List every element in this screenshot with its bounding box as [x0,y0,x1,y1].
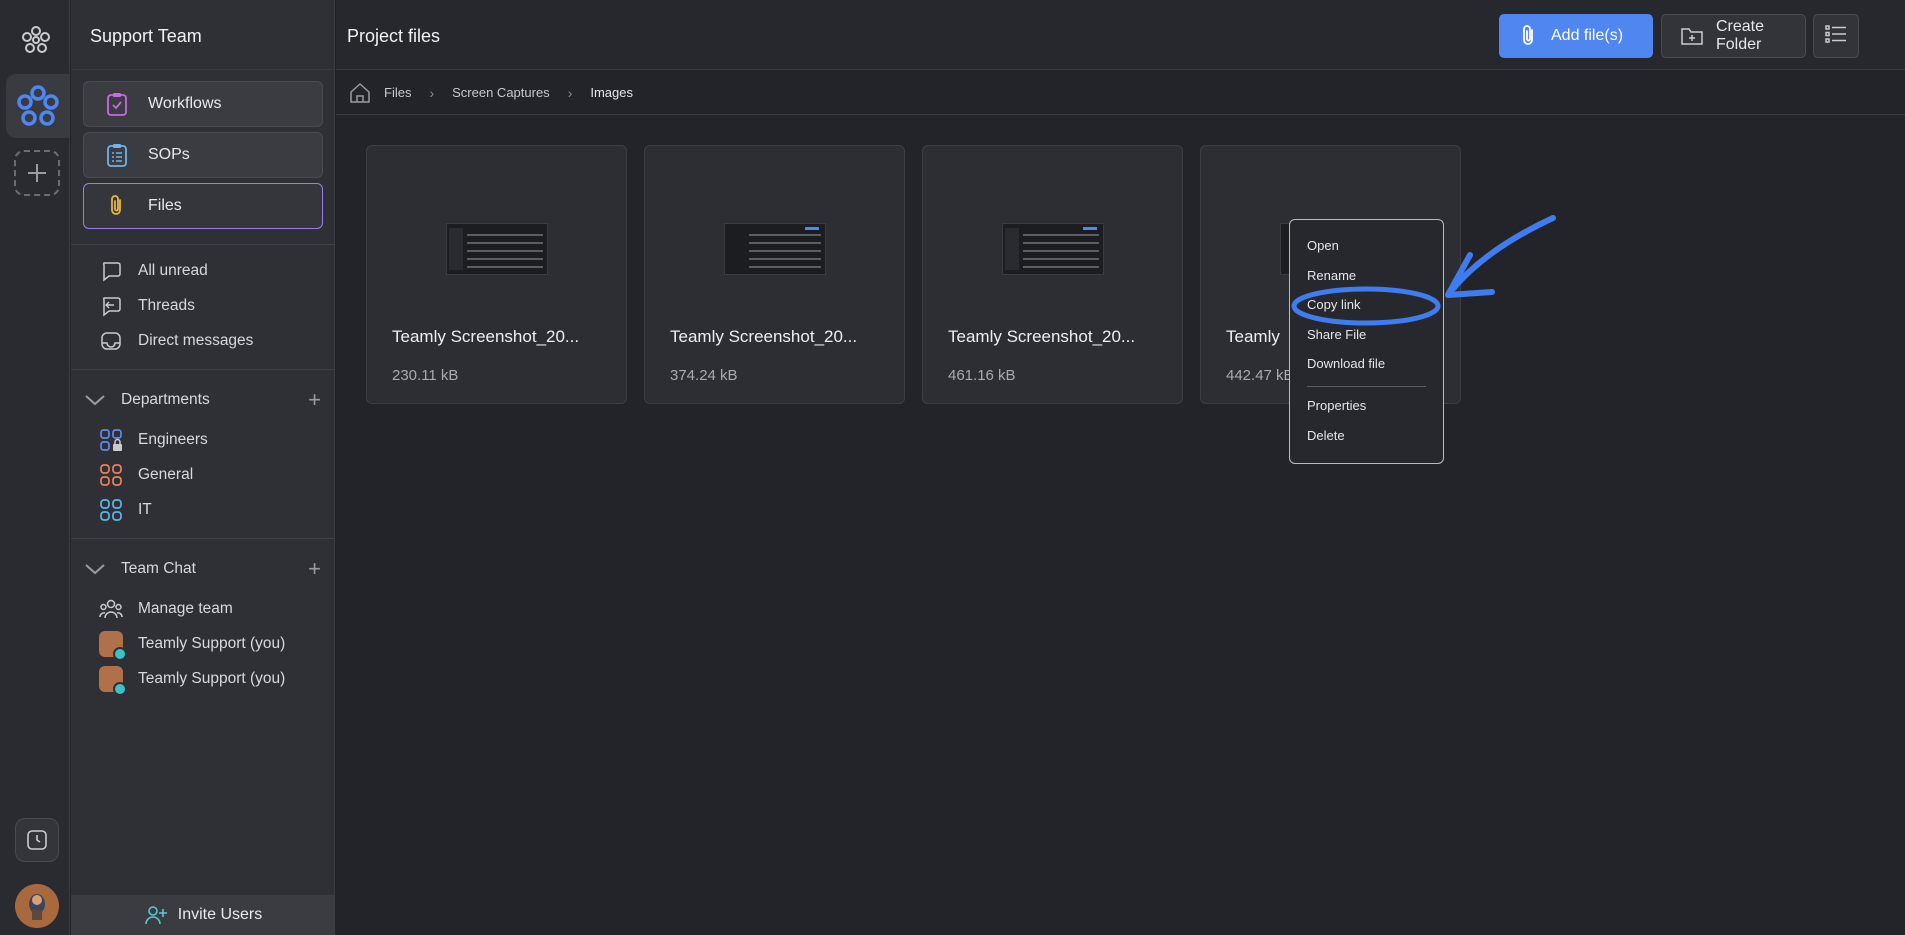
menu-divider [1307,386,1426,387]
list-view-icon [1824,24,1848,49]
sidebar-item-label: IT [138,501,152,518]
sidebar-item-label: General [138,466,194,483]
sidebar-item-label: Teamly Support (you) [138,635,286,652]
file-card[interactable]: Teamly Screenshot_20... 374.24 kB [644,145,905,404]
threads-icon [99,294,123,318]
list-clipboard-icon [102,140,132,170]
divider [71,538,335,539]
menu-item-delete[interactable]: Delete [1307,428,1345,443]
section-title: Departments [121,391,210,408]
sidebar-item-manage-team[interactable]: Manage team [99,596,233,622]
sidebar: Support Team Workflows SOPs Files All un… [71,0,335,935]
file-thumbnail [724,223,826,275]
sidebar-item-label: SOPs [148,146,190,163]
breadcrumb-item-images: Images [590,85,633,100]
workspace-rail [0,0,70,935]
file-card[interactable]: Teamly Screenshot_20... 461.16 kB [922,145,1183,404]
page-title: Project files [347,26,441,46]
locked-grid-icon [99,428,123,452]
file-card[interactable]: Teamly Screenshot_20... 230.11 kB [366,145,627,404]
divider [71,244,335,245]
chevron-down-icon [83,562,107,576]
menu-item-open[interactable]: Open [1307,238,1339,253]
paperclip-icon [1519,24,1539,48]
chevron-right-icon: › [567,84,573,101]
menu-item-download-file[interactable]: Download file [1307,356,1385,371]
sidebar-item-engineers[interactable]: Engineers [99,427,208,453]
grid-icon [99,498,123,522]
avatar [99,666,127,696]
clock-icon[interactable] [15,818,59,862]
avatar [99,631,127,661]
annotation-arrow [1449,215,1556,293]
context-menu: Open Rename Copy link Share File Downloa… [1289,219,1444,464]
sidebar-item-label: Files [148,197,182,214]
sidebar-item-label: All unread [138,262,208,279]
sidebar-item-general[interactable]: General [99,462,193,488]
sidebar-item-label: Workflows [148,95,222,112]
inbox-icon [99,329,123,353]
chat-bubble-icon [99,259,123,283]
file-thumbnail [1002,223,1104,275]
sidebar-item-files[interactable]: Files [83,183,323,229]
sidebar-item-teamly-support[interactable]: Teamly Support (you) [99,631,286,661]
list-view-button[interactable] [1813,14,1859,58]
chevron-down-icon [83,393,107,407]
invite-users-label: Invite Users [177,906,263,923]
paperclip-icon [102,191,132,221]
menu-item-rename[interactable]: Rename [1307,268,1356,283]
grid-icon [99,463,123,487]
header: Project files Add file(s) Create Folder [336,0,1905,70]
add-user-icon [144,904,168,926]
divider [71,369,335,370]
create-folder-label: Create Folder [1716,18,1765,53]
add-files-button[interactable]: Add file(s) [1499,14,1653,58]
team-icon [99,597,123,621]
file-size: 230.11 kB [392,367,459,384]
add-department-button[interactable]: + [308,389,321,411]
sidebar-item-all-unread[interactable]: All unread [99,258,208,284]
chevron-right-icon: › [429,84,435,101]
sidebar-item-threads[interactable]: Threads [99,293,195,319]
menu-item-copy-link[interactable]: Copy link [1307,297,1360,312]
breadcrumb-item-screen-captures[interactable]: Screen Captures [452,85,550,100]
file-size: 442.47 kB [1226,367,1294,384]
sidebar-item-workflows[interactable]: Workflows [83,81,323,127]
folder-plus-icon [1680,25,1704,47]
sidebar-item-label: Threads [138,297,195,314]
team-name: Support Team [71,0,334,70]
breadcrumb: Files › Screen Captures › Images [336,71,1905,115]
sidebar-item-teamly-support[interactable]: Teamly Support (you) [99,666,286,696]
menu-item-properties[interactable]: Properties [1307,398,1366,413]
menu-item-share-file[interactable]: Share File [1307,327,1366,342]
section-title: Team Chat [121,560,196,577]
add-workspace-button[interactable] [14,150,60,196]
app-window: Support Team Workflows SOPs Files All un… [0,0,1905,935]
departments-section-header[interactable]: Departments + [83,387,323,413]
breadcrumb-item-files[interactable]: Files [384,85,411,100]
app-logo-icon[interactable] [18,22,54,58]
clipboard-check-icon [102,89,132,119]
invite-users-button[interactable]: Invite Users [71,895,335,935]
file-thumbnail [446,223,548,275]
home-icon[interactable] [348,81,372,105]
create-folder-button[interactable]: Create Folder [1661,14,1806,58]
sidebar-item-sops[interactable]: SOPs [83,132,323,178]
sidebar-item-label: Direct messages [138,332,254,349]
file-name: Teamly Screenshot_20... [670,327,858,346]
sidebar-item-label: Teamly Support (you) [138,670,286,687]
sidebar-item-direct-messages[interactable]: Direct messages [99,328,253,354]
user-avatar[interactable] [15,884,59,928]
team-chat-section-header[interactable]: Team Chat + [83,556,323,582]
add-chat-button[interactable]: + [308,558,321,580]
workspace-support-team[interactable] [6,74,70,138]
file-size: 461.16 kB [948,367,1016,384]
file-size: 374.24 kB [670,367,738,384]
sidebar-item-it[interactable]: IT [99,497,152,523]
file-name: Teamly Screenshot_20... [392,327,580,346]
sidebar-item-label: Manage team [138,600,233,617]
sidebar-item-label: Engineers [138,431,208,448]
file-name: Teamly Screenshot_20... [948,327,1136,346]
add-files-label: Add file(s) [1551,27,1624,44]
